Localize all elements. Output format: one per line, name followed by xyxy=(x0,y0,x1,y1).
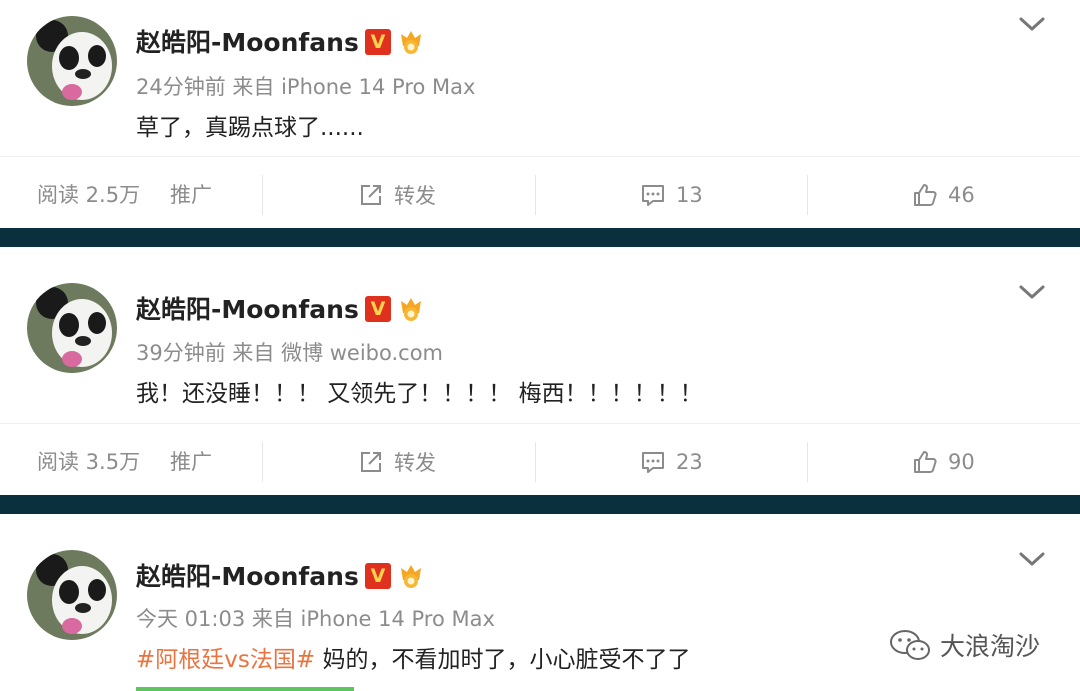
watermark-text: 大浪淘沙 xyxy=(940,632,1041,661)
like-button[interactable]: 46 xyxy=(912,157,975,233)
weibo-post: 赵皓阳-Moonfans V 24分钟前 来自 iPhone 14 Pro Ma… xyxy=(0,0,1080,233)
post-meta: 今天 01:03 来自 iPhone 14 Pro Max xyxy=(136,607,495,631)
wechat-icon xyxy=(890,630,930,660)
comment-button[interactable]: 23 xyxy=(640,424,703,500)
chevron-down-icon[interactable] xyxy=(1018,14,1046,34)
chevron-down-icon[interactable] xyxy=(1018,282,1046,302)
thumbs-up-icon xyxy=(914,451,937,473)
promote-button[interactable]: 推广 xyxy=(170,424,212,500)
read-count: 阅读 3.5万 xyxy=(37,450,141,474)
post-separator xyxy=(0,495,1080,514)
divider xyxy=(535,442,536,482)
promote-button[interactable]: 推广 xyxy=(170,157,212,233)
medal-icon xyxy=(401,31,421,54)
action-bar: 阅读 2.5万 推广 转发 13 46 xyxy=(0,156,1080,233)
panda-avatar-icon[interactable] xyxy=(27,550,117,640)
bottom-accent-bar xyxy=(136,687,354,691)
chevron-down-icon[interactable] xyxy=(1018,549,1046,569)
repost-label: 转发 xyxy=(394,451,436,475)
post-text: #阿根廷vs法国# 妈的，不看加时了，小心脏受不了了 xyxy=(136,642,690,678)
post-separator xyxy=(0,228,1080,247)
repost-icon xyxy=(361,452,381,472)
divider xyxy=(262,175,263,215)
divider xyxy=(807,175,808,215)
vip-badge: V xyxy=(365,29,391,55)
author-name[interactable]: 赵皓阳-Moonfans xyxy=(136,293,359,327)
author-name[interactable]: 赵皓阳-Moonfans xyxy=(136,560,359,594)
post-meta: 24分钟前 来自 iPhone 14 Pro Max xyxy=(136,75,476,99)
panda-avatar-icon[interactable] xyxy=(27,16,117,106)
like-count: 46 xyxy=(948,183,975,207)
thumbs-up-icon xyxy=(914,184,937,206)
watermark: 大浪淘沙 xyxy=(888,625,1040,665)
hashtag-link[interactable]: #阿根廷vs法国# xyxy=(136,647,315,673)
post-text: 我！还没睡！！！ 又领先了！！！！ 梅西！！！！！！ xyxy=(136,381,703,407)
comment-count: 13 xyxy=(676,183,703,207)
post-text: 草了，真踢点球了...... xyxy=(136,115,364,141)
read-count: 阅读 2.5万 xyxy=(37,183,141,207)
repost-button[interactable]: 转发 xyxy=(358,157,436,233)
comment-icon xyxy=(642,452,664,473)
panda-avatar-icon[interactable] xyxy=(27,283,117,373)
divider xyxy=(535,175,536,215)
post-body: 赵皓阳-Moonfans V 39分钟前 来自 微博 weibo.com 我！还… xyxy=(0,247,1080,407)
medal-icon xyxy=(401,565,421,588)
comment-button[interactable]: 13 xyxy=(640,157,703,233)
weibo-post: 赵皓阳-Moonfans V 39分钟前 来自 微博 weibo.com 我！还… xyxy=(0,247,1080,500)
like-count: 90 xyxy=(948,450,975,474)
comment-icon xyxy=(642,185,664,206)
medal-icon xyxy=(401,298,421,321)
post-text-content: 妈的，不看加时了，小心脏受不了了 xyxy=(315,647,691,673)
like-button[interactable]: 90 xyxy=(912,424,975,500)
post-meta: 39分钟前 来自 微博 weibo.com xyxy=(136,341,444,365)
post-body: 赵皓阳-Moonfans V 24分钟前 来自 iPhone 14 Pro Ma… xyxy=(0,0,1080,156)
vip-badge: V xyxy=(365,563,391,589)
author-name[interactable]: 赵皓阳-Moonfans xyxy=(136,26,359,60)
repost-icon xyxy=(361,185,381,205)
comment-count: 23 xyxy=(676,450,703,474)
repost-label: 转发 xyxy=(394,184,436,208)
action-bar: 阅读 3.5万 推广 转发 23 90 xyxy=(0,423,1080,500)
vip-badge: V xyxy=(365,296,391,322)
repost-button[interactable]: 转发 xyxy=(358,424,436,500)
divider xyxy=(262,442,263,482)
divider xyxy=(807,442,808,482)
